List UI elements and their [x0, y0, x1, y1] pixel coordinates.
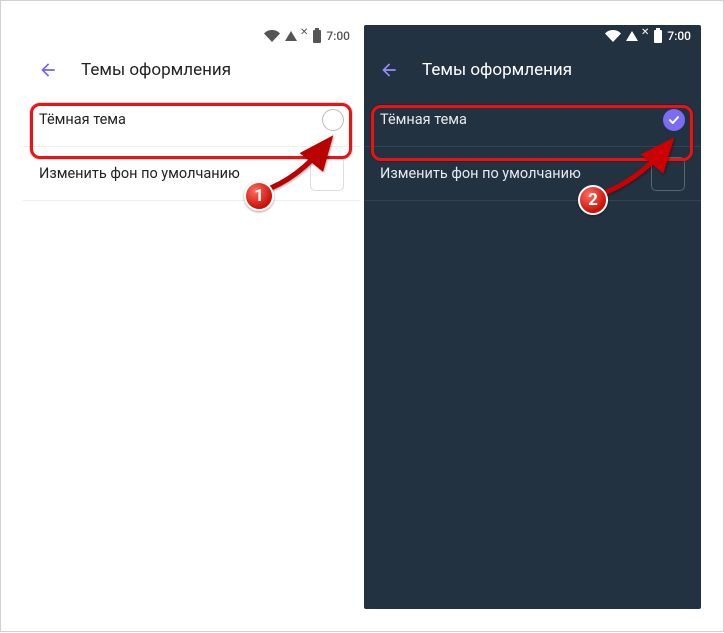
status-bar: ✕ 7:00 [364, 25, 701, 47]
row-dark-theme-label: Тёмная тема [380, 111, 467, 128]
row-change-bg-label: Изменить фон по умолчанию [380, 165, 581, 182]
status-bar: ✕ 7:00 [23, 25, 360, 47]
screen-light: ✕ 7:00 Темы оформления Тёмная тема Измен… [23, 25, 360, 609]
dark-theme-radio[interactable] [322, 109, 344, 131]
battery-icon [654, 30, 662, 43]
background-thumbnail[interactable] [310, 157, 344, 191]
back-button[interactable] [378, 59, 400, 81]
row-change-background[interactable]: Изменить фон по умолчанию [23, 147, 360, 201]
row-change-background[interactable]: Изменить фон по умолчанию [364, 147, 701, 201]
signal-icon [285, 31, 297, 41]
row-change-bg-label: Изменить фон по умолчанию [39, 165, 240, 182]
no-sim-icon: ✕ [300, 27, 308, 38]
battery-icon [313, 30, 321, 43]
no-sim-icon: ✕ [641, 27, 649, 38]
clock: 7:00 [667, 29, 691, 43]
clock: 7:00 [326, 29, 350, 43]
back-button[interactable] [37, 59, 59, 81]
row-dark-theme[interactable]: Тёмная тема [364, 93, 701, 147]
app-bar: Темы оформления [364, 47, 701, 93]
row-dark-theme-label: Тёмная тема [39, 111, 126, 128]
signal-icon [626, 31, 638, 41]
page-title: Темы оформления [422, 60, 572, 80]
screen-dark: ✕ 7:00 Темы оформления Тёмная тема Измен… [364, 25, 701, 609]
dark-theme-radio[interactable] [663, 109, 685, 131]
background-thumbnail[interactable] [651, 157, 685, 191]
check-icon [668, 114, 680, 126]
row-dark-theme[interactable]: Тёмная тема [23, 93, 360, 147]
page-title: Темы оформления [81, 60, 231, 80]
wifi-icon [605, 30, 621, 42]
app-bar: Темы оформления [23, 47, 360, 93]
wifi-icon [264, 30, 280, 42]
